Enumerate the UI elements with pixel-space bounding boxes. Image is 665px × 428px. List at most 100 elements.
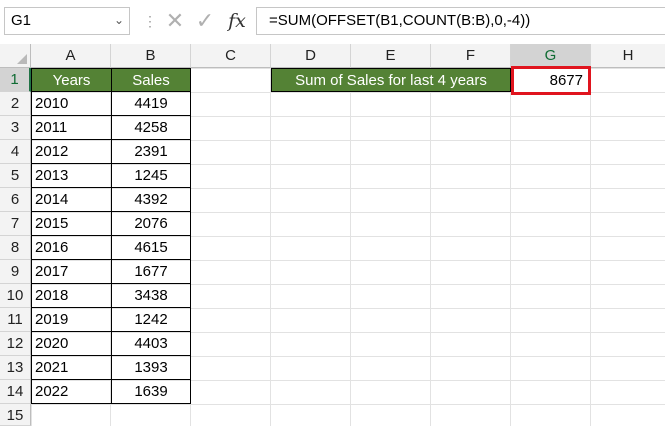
column-header-f[interactable]: F [431,44,511,68]
row-header-14[interactable]: 14 [0,380,31,404]
table-cell-year[interactable]: 2020 [31,332,112,356]
cell-value: 2016 [35,239,69,256]
row-header-label: 9 [10,263,20,280]
cell-value: 1242 [134,311,168,328]
table-cell-sales[interactable]: 1639 [111,380,191,404]
table-cell-year[interactable]: 2012 [31,140,112,164]
row-header-1[interactable]: 1 [0,68,31,92]
summary-result-cell[interactable]: 8677 [511,66,591,95]
row-header-6[interactable]: 6 [0,188,31,212]
column-header-label: E [385,47,396,64]
table-cell-sales[interactable]: 1677 [111,260,191,284]
table-cell-year[interactable]: 2015 [31,212,112,236]
summary-label-cell[interactable]: Sum of Sales for last 4 years [271,68,511,92]
header-cell-sales[interactable]: Sales [111,68,191,92]
row-header-label: 2 [10,95,20,112]
column-header-c[interactable]: C [191,44,271,68]
table-cell-sales[interactable]: 4258 [111,116,191,140]
name-box-value: G1 [11,12,32,29]
table-cell-year[interactable]: 2018 [31,284,112,308]
grid-line [430,68,431,426]
check-icon[interactable]: ✓ [193,9,217,33]
row-header-5[interactable]: 5 [0,164,31,188]
row-header-label: 12 [6,335,24,352]
column-header-label: A [65,47,76,64]
row-header-8[interactable]: 8 [0,236,31,260]
column-header-a[interactable]: A [31,44,111,68]
cell-value: 2017 [35,263,69,280]
column-header-b[interactable]: B [111,44,191,68]
header-cell-years[interactable]: Years [31,68,112,92]
table-cell-sales[interactable]: 4615 [111,236,191,260]
formula-input[interactable]: =SUM(OFFSET(B1,COUNT(B:B),0,-4)) [256,7,665,35]
table-cell-sales[interactable]: 2076 [111,212,191,236]
table-cell-sales[interactable]: 2391 [111,140,191,164]
formula-bar: G1 ⌄ ⋮ ✕ ✓ fx =SUM(OFFSET(B1,COUNT(B:B),… [0,0,665,44]
cell-value: 2019 [35,311,69,328]
row-header-label: 8 [10,239,20,256]
formula-bar-grip-icon: ⋮ [143,13,158,29]
select-all-corner[interactable] [0,44,31,68]
cell-value: 2022 [35,383,69,400]
summary-result-value: 8677 [549,72,583,89]
column-header-label: C [225,47,236,64]
row-header-label: 5 [10,167,20,184]
row-header-4[interactable]: 4 [0,140,31,164]
row-header-7[interactable]: 7 [0,212,31,236]
row-header-label: 11 [7,311,23,328]
header-cell-label: Years [52,72,91,89]
column-header-e[interactable]: E [351,44,431,68]
cell-value: 2076 [134,215,168,232]
cell-value: 2018 [35,287,69,304]
cell-value: 3438 [134,287,168,304]
column-header-h[interactable]: H [591,44,665,68]
row-header-12[interactable]: 12 [0,332,31,356]
grid-line [590,68,591,426]
cell-value: 4615 [134,239,168,256]
row-header-15[interactable]: 15 [0,404,31,426]
table-cell-year[interactable]: 2019 [31,308,112,332]
table-cell-year[interactable]: 2010 [31,92,112,116]
grid-line [270,68,271,426]
row-header-9[interactable]: 9 [0,260,31,284]
cell-value: 4392 [134,191,168,208]
table-cell-year[interactable]: 2016 [31,236,112,260]
table-cell-year[interactable]: 2011 [31,116,112,140]
cell-value: 4419 [134,95,168,112]
column-header-g[interactable]: G [511,44,591,68]
row-header-label: 7 [10,215,20,232]
insert-function-icon[interactable]: fx [224,8,250,34]
row-header-13[interactable]: 13 [0,356,31,380]
summary-label: Sum of Sales for last 4 years [295,72,487,89]
row-header-label: 3 [10,119,20,136]
table-cell-year[interactable]: 2013 [31,164,112,188]
cell-value: 2013 [35,167,69,184]
table-cell-sales[interactable]: 1393 [111,356,191,380]
table-cell-year[interactable]: 2017 [31,260,112,284]
table-cell-sales[interactable]: 1245 [111,164,191,188]
table-cell-year[interactable]: 2022 [31,380,112,404]
table-cell-sales[interactable]: 4419 [111,92,191,116]
cell-value: 2020 [35,335,69,352]
row-header-label: 10 [6,287,24,304]
row-header-2[interactable]: 2 [0,92,31,116]
row-header-10[interactable]: 10 [0,284,31,308]
column-header-d[interactable]: D [271,44,351,68]
row-header-label: 15 [6,407,24,424]
table-cell-sales[interactable]: 3438 [111,284,191,308]
cell-value: 1677 [134,263,168,280]
cell-value: 2014 [35,191,69,208]
fx-label: fx [228,10,246,32]
table-cell-year[interactable]: 2021 [31,356,112,380]
row-header-label: 6 [10,191,20,208]
row-header-11[interactable]: 11 [0,308,31,332]
chevron-down-icon[interactable]: ⌄ [112,13,126,27]
close-icon[interactable]: ✕ [163,9,187,33]
row-header-label: 13 [6,359,24,376]
table-cell-sales[interactable]: 1242 [111,308,191,332]
table-cell-sales[interactable]: 4392 [111,188,191,212]
row-header-3[interactable]: 3 [0,116,31,140]
cell-value: 4258 [134,119,168,136]
table-cell-year[interactable]: 2014 [31,188,112,212]
table-cell-sales[interactable]: 4403 [111,332,191,356]
